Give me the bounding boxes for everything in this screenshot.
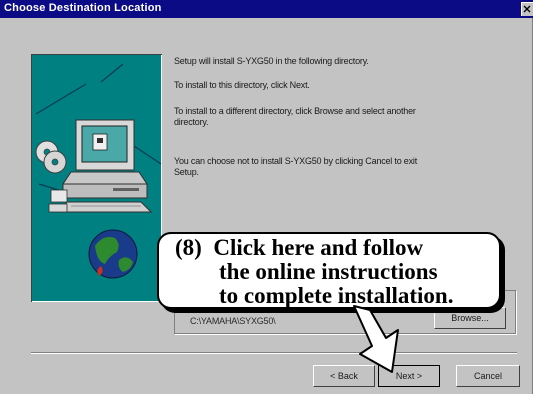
callout-number: (8): [175, 235, 202, 260]
browse-button[interactable]: Browse...: [434, 307, 506, 329]
button-separator: [31, 352, 517, 354]
destination-path: C:\YAMAHA\SYXG50\: [190, 316, 276, 326]
intro-text: Setup will install S-YXG50 in the follow…: [174, 56, 369, 66]
callout-line-3: to complete installation.: [219, 283, 454, 308]
cancel-instruction-text-cont: Setup.: [174, 167, 199, 177]
cancel-button[interactable]: Cancel: [456, 365, 520, 387]
browse-instruction-text-cont: directory.: [174, 117, 209, 127]
callout-line-2: the online instructions: [219, 259, 438, 284]
close-button[interactable]: [521, 2, 533, 16]
title-bar: Choose Destination Location: [0, 0, 533, 18]
next-button[interactable]: Next >: [378, 365, 440, 387]
callout-line-1: (8) Click here and follow: [175, 235, 424, 260]
callout-text: (8) Click here and follow the online ins…: [175, 236, 453, 308]
cd-disc-icon: [35, 140, 67, 174]
browse-instruction-text: To install to a different directory, cli…: [174, 106, 416, 116]
back-button[interactable]: < Back: [313, 365, 375, 387]
next-instruction-text: To install to this directory, click Next…: [174, 80, 310, 90]
setup-illustration: [31, 54, 162, 302]
computer-icon: [35, 63, 162, 279]
close-icon: [523, 5, 531, 13]
instruction-callout: (8) Click here and follow the online ins…: [157, 232, 501, 309]
globe-icon: [88, 229, 138, 279]
setup-dialog: Choose Destination Location Setup will i…: [0, 0, 533, 394]
window-title: Choose Destination Location: [4, 2, 162, 14]
cancel-instruction-text: You can choose not to install S-YXG50 by…: [174, 156, 418, 166]
